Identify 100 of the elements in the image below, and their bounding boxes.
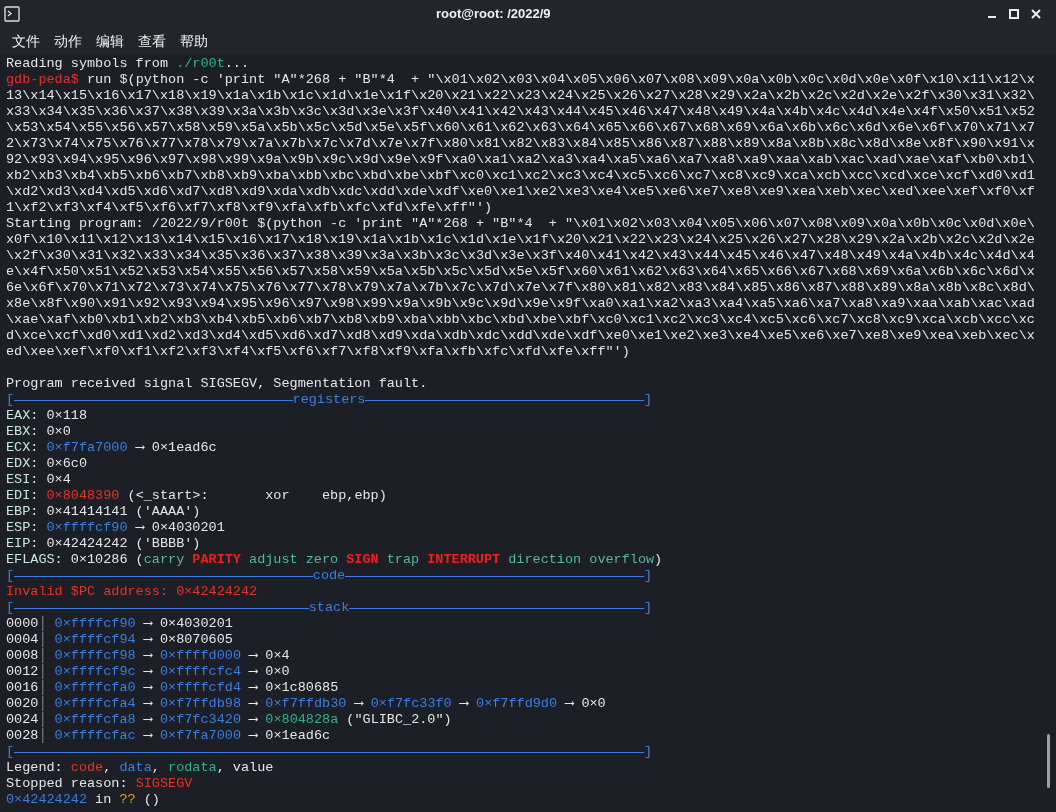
terminal-text: ⟶ 0×1ead6c: [134, 440, 217, 456]
terminal-text: Legend:: [6, 760, 64, 776]
terminal-text: ⟶: [142, 696, 154, 712]
column-separator: │: [38, 696, 48, 712]
flag-name: INTERRUPT: [427, 552, 501, 568]
terminal-text: 0×42424242 ('BBBB'): [45, 536, 201, 552]
terminal-text: Invalid $PC address: 0×42424242: [6, 584, 258, 600]
terminal-text: 0×ffffcfd4: [159, 680, 241, 696]
terminal-text: \xd2\xd3\xd4\xd5\xd6\xd7\xd8\xd9\xda\xdb\xdc\xdd\xde\xdf\xe0\xe1\xe2\xe3\xe4\xe5\xe6\xe7\xe8\xe9\xea\xeb\xec\xed\xee\xef\xf0\xf: [6, 184, 1035, 200]
terminal-text: 0012: [6, 664, 39, 680]
column-separator: │: [38, 664, 48, 680]
terminal-text: xb2\xb3\xb4\xb5\xb6\xb7\xb8\xb9\xba\xbb\xbc\xbd\xbe\xbf\xc0\xc1\xc2\xc3\xc4\xc5\xc6\xc7\xc8\xc9\xca\xcb\xcc\xcd\xce\xcf\xd0\xd1: [6, 168, 1035, 184]
terminal-text: 13\x14\x15\x16\x17\x18\x19\x1a\x1b\x1c\x1d\x1e\x1f\x20\x21\x22\x23\x24\x25\x26\x27\x28\x29\x2a\x2b\x2c\x2d\x2e\x2f\x30\x31\x32\: [6, 88, 1035, 104]
terminal-text: ⟶ 0×0: [247, 664, 290, 680]
menu-item[interactable]: 帮助: [180, 30, 208, 52]
close-icon[interactable]: [1030, 8, 1042, 20]
menu-item[interactable]: 文件: [12, 30, 40, 52]
terminal-text: x0f\x10\x11\x12\x13\x14\x15\x16\x17\x18\x19\x1a\x1b\x1c\x1d\x1e\x1f\x20\x21\x22\x23\x24\x25\x26\x27\x28\x29\x2a\x2b\x2c\x2d\x2e: [6, 232, 1035, 248]
terminal-text: 0×804828a: [265, 712, 339, 728]
menu-item[interactable]: 编辑: [96, 30, 124, 52]
terminal-text: 0×ffffcfac: [54, 728, 136, 744]
terminal-text: 0020: [6, 696, 39, 712]
register-name: ECX:: [6, 440, 40, 456]
bracket: [: [6, 568, 15, 584]
terminal-text: (): [142, 792, 160, 808]
column-separator: │: [38, 728, 48, 744]
terminal-text: ,: [103, 760, 113, 776]
terminal-text: ed\xee\xef\xf0\xf1\xf2\xf3\xf4\xf5\xf6\xf7\xf8\xf9\xfa\xfb\xfc\xfd\xfe\xff"'): [6, 344, 630, 360]
menu-item[interactable]: 查看: [138, 30, 166, 52]
maximize-icon[interactable]: [1008, 8, 1020, 20]
bracket: ]: [643, 744, 652, 760]
terminal-text: ??: [119, 792, 136, 808]
terminal-text: SIGSEGV: [135, 776, 193, 792]
terminal-text: Program received signal SIGSEGV, Segmentation fault.: [6, 376, 428, 392]
terminal-text: 0×ffffcf9c: [54, 664, 136, 680]
terminal-text: 0×ffffcf90: [54, 616, 136, 632]
bracket: ]: [643, 568, 652, 584]
terminal-text: 0×ffffcfa0: [54, 680, 136, 696]
shell-prompt: gdb-peda$: [6, 72, 79, 88]
register-name: EDX:: [6, 456, 39, 472]
terminal-text: 6e\x6f\x70\x71\x72\x73\x74\x75\x76\x77\x78\x79\x7a\x7b\x7c\x7d\x7e\x7f\x80\x81\x82\x83\x84\x85\x86\x87\x88\x89\x8a\x8b\x8c\x8d\: [6, 280, 1035, 296]
register-name: ESP:: [6, 520, 40, 536]
terminal-text: ⟶: [247, 712, 259, 728]
terminal-text: 0×f7fc33f0: [370, 696, 452, 712]
terminal-text: 0×ffffcfa8: [54, 712, 136, 728]
flag-name: overflow: [589, 552, 655, 568]
terminal-text: 0×f7fa7000: [159, 728, 241, 744]
terminal-text: 1\xf2\xf3\xf4\xf5\xf6\xf7\xf8\xf9\xfa\xfb\xfc\xfd\xfe\xff"'): [6, 200, 493, 216]
terminal-text: 0×ffffd000: [159, 648, 241, 664]
terminal-text: run $(python -c 'print "A"*268 + "B"*4 + "\x01\x02\x03\x04\x05\x06\x07\x08\x09\x0a\x0b\x0c\x0d\x0e\x0f\x10\x11\x12\x: [86, 72, 1035, 88]
terminal-text: 0×f7fa7000: [46, 440, 128, 456]
terminal-text: ⟶ 0×4030201: [134, 520, 225, 536]
terminal-text: \x2f\x30\x31\x32\x33\x34\x35\x36\x37\x38\x39\x3a\x3b\x3c\x3d\x3e\x3f\x40\x41\x42\x43\x44\x45\x46\x47\x48\x49\x4a\x4b\x4c\x4d\x4: [6, 248, 1035, 264]
terminal-text: ...: [224, 56, 250, 72]
terminal-text: ⟶: [142, 664, 154, 680]
menu-item[interactable]: 动作: [54, 30, 82, 52]
bracket: [: [6, 600, 15, 616]
terminal-text: 0×f7ffdb98: [159, 696, 241, 712]
terminal-text: 0×f7ffd9d0: [476, 696, 558, 712]
terminal-text: ⟶ 0×4030201: [142, 616, 233, 632]
flag-name: carry: [143, 552, 185, 568]
flag-name: zero: [305, 552, 339, 568]
terminal-text: ⟶: [458, 696, 470, 712]
column-separator: │: [38, 648, 48, 664]
terminal-text: 0×ffffcfc4: [159, 664, 241, 680]
bracket: [: [6, 392, 15, 408]
register-name: EIP:: [6, 536, 39, 552]
terminal-text: ("GLIBC_2.0"): [345, 712, 452, 728]
terminal-text: 0×4: [45, 472, 71, 488]
terminal-text: ⟶: [142, 680, 154, 696]
terminal-text: 0×118: [45, 408, 87, 424]
terminal-text: Stopped reason:: [6, 776, 129, 792]
bracket: [: [6, 744, 15, 760]
terminal-text: 0×f7fc3420: [159, 712, 241, 728]
terminal-text: d\xce\xcf\xd0\xd1\xd2\xd3\xd4\xd5\xd6\xd7\xd8\xd9\xda\xdb\xdc\xdd\xde\xdf\xe0\xe1\xe2\xe3\xe4\xe5\xe6\xe7\xe8\xe9\xea\xeb\xec\x: [6, 328, 1035, 344]
column-separator: │: [38, 680, 48, 696]
terminal-text: ⟶: [247, 696, 259, 712]
terminal-text: ,: [151, 760, 161, 776]
register-name: EAX:: [6, 408, 39, 424]
terminal-text: 0×42424242: [6, 792, 87, 808]
flag-name: SIGN: [346, 552, 379, 568]
flag-name: direction: [508, 552, 582, 568]
terminal-text: x33\x34\x35\x36\x37\x38\x39\x3a\x3b\x3c\x3d\x3e\x3f\x40\x41\x42\x43\x44\x45\x46\x47\x48\x49\x4a\x4b\x4c\x4d\x4e\x4f\x50\x51\x52: [6, 104, 1035, 120]
terminal-text: data: [119, 760, 152, 776]
terminal-text: 0×0: [45, 424, 71, 440]
terminal-text: 0×f7ffdb30: [265, 696, 347, 712]
terminal-text: (<_start>: xor ebp,ebp): [126, 488, 387, 504]
terminal-text: ⟶: [142, 648, 154, 664]
terminal-text: code: [70, 760, 104, 776]
terminal-icon[interactable]: [4, 6, 20, 22]
column-separator: │: [38, 712, 48, 728]
scrollbar[interactable]: [1047, 734, 1050, 788]
terminal-text: ⟶: [142, 728, 154, 744]
terminal-text: 2\x73\x74\x75\x76\x77\x78\x79\x7a\x7b\x7c\x7d\x7e\x7f\x80\x81\x82\x83\x84\x85\x86\x87\x88\x89\x8a\x8b\x8c\x8d\x8e\x8f\x90\x91\x: [6, 136, 1035, 152]
section-title: registers: [292, 392, 366, 408]
terminal-text: ⟶ 0×8070605: [142, 632, 233, 648]
terminal-text: 0×8048390: [46, 488, 120, 504]
terminal-text: ⟶ 0×4: [247, 648, 290, 664]
register-name: EBP:: [6, 504, 39, 520]
terminal-text: 0000: [6, 616, 39, 632]
